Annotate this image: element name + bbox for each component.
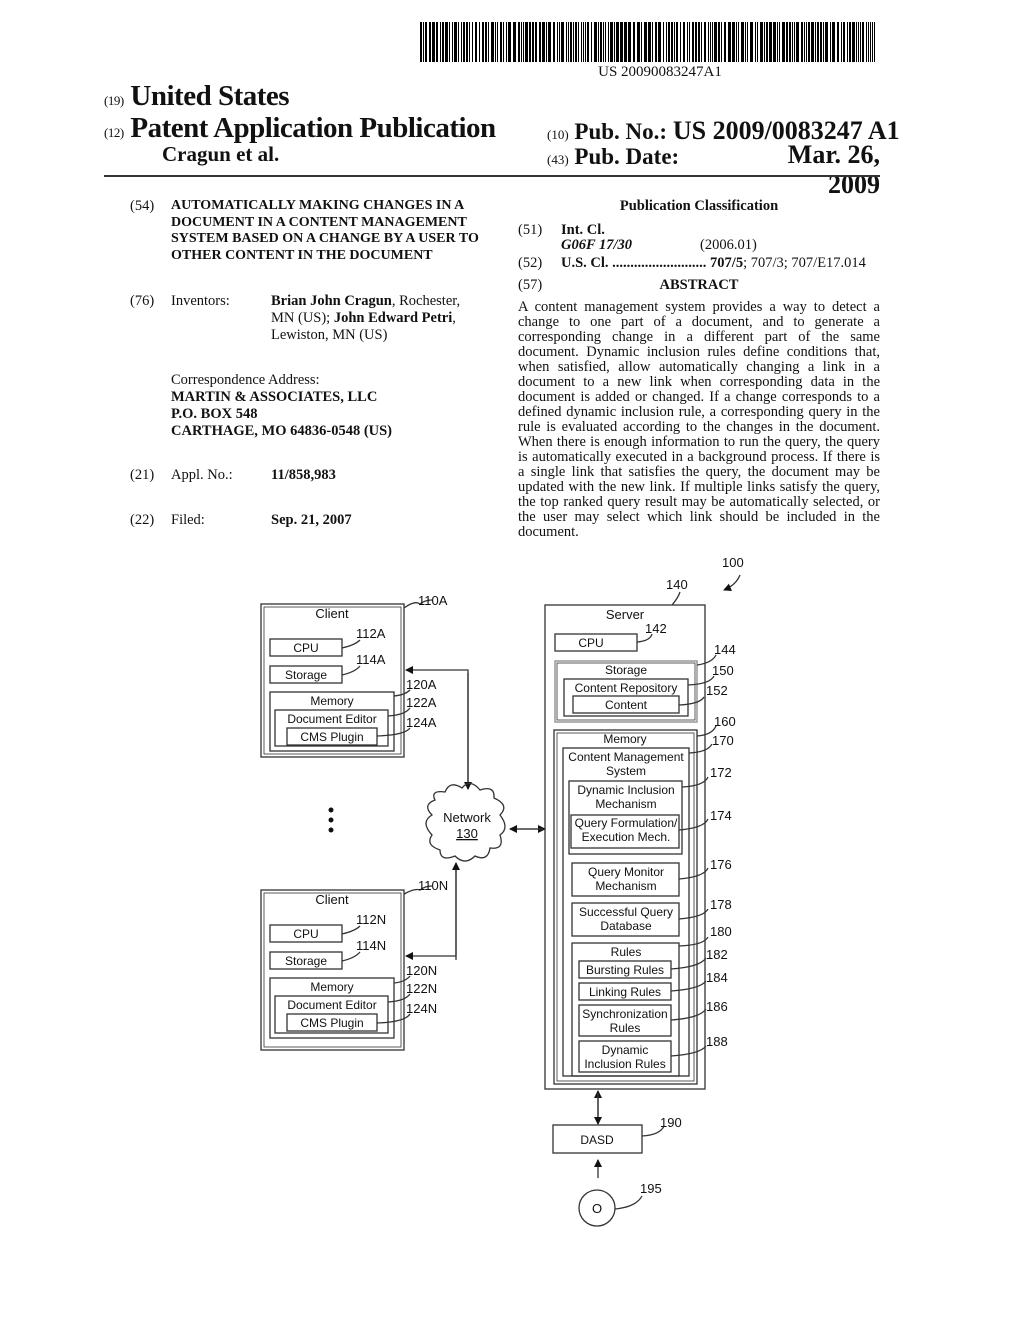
client-n-cpu-label: CPU [293, 927, 318, 941]
ref-170: 170 [712, 733, 734, 748]
ref-182: 182 [706, 947, 728, 962]
server: Server 140 CPU 142 Storage 144 Content R… [544, 577, 736, 1090]
ref-150: 150 [712, 663, 734, 678]
network-ref: 130 [456, 826, 478, 841]
ref-120a: 120A [406, 677, 437, 692]
ref-114a: 114A [356, 652, 386, 667]
server-memory-label: Memory [603, 732, 646, 746]
network-label: Network [443, 810, 491, 825]
ref-190: 190 [660, 1115, 682, 1130]
dir-label-2: Inclusion Rules [584, 1057, 665, 1071]
server-title: Server [606, 607, 645, 622]
ref-176: 176 [710, 857, 732, 872]
client-a-cpu-label: CPU [293, 641, 318, 655]
rules-label: Rules [611, 945, 642, 959]
server-cpu-label: CPU [578, 636, 603, 650]
ref-186: 186 [706, 999, 728, 1014]
ref-124n: 124N [406, 1001, 437, 1016]
dim-label-1: Dynamic Inclusion [577, 783, 674, 797]
system-diagram: 100 Client CPU Storage Memory Document E… [260, 555, 744, 1227]
client-a-storage-label: Storage [285, 668, 327, 682]
cms-label-1: Content Management [568, 750, 684, 764]
sync-rules-label-2: Rules [610, 1021, 641, 1035]
ref-172: 172 [710, 765, 732, 780]
ref-122n: 122N [406, 981, 437, 996]
ref-152: 152 [706, 683, 728, 698]
ref-174: 174 [710, 808, 732, 823]
qf-label-1: Query Formulation/ [575, 816, 678, 830]
client-a: Client CPU Storage Memory Document Edito… [260, 593, 448, 758]
client-a-memory-label: Memory [310, 694, 353, 708]
ellipsis-dot [328, 817, 334, 823]
qf-label-2: Execution Mech. [582, 830, 671, 844]
bursting-rules-label: Bursting Rules [586, 963, 664, 977]
content-repository-label: Content Repository [575, 681, 678, 695]
client-a-editor-label: Document Editor [287, 712, 376, 726]
ref-140: 140 [666, 577, 688, 592]
ref-112n: 112N [356, 912, 386, 927]
ref-124a: 124A [406, 715, 437, 730]
cms-label-2: System [606, 764, 646, 778]
client-n-editor-label: Document Editor [287, 998, 376, 1012]
ref-114n: 114N [356, 938, 386, 953]
ref-100-arrow [723, 574, 741, 591]
dir-label-1: Dynamic [602, 1043, 649, 1057]
client-n-storage-label: Storage [285, 954, 327, 968]
dasd-label: DASD [580, 1133, 614, 1147]
ref-160: 160 [714, 714, 736, 729]
ref-110n: 110N [418, 878, 448, 893]
disk-label: O [592, 1201, 602, 1216]
ref-120n: 120N [406, 963, 437, 978]
ref-112a: 112A [356, 626, 386, 641]
linking-rules-label: Linking Rules [589, 985, 661, 999]
ref-184: 184 [706, 970, 728, 985]
server-storage-label: Storage [605, 663, 647, 677]
client-n-memory-label: Memory [310, 980, 353, 994]
ref-180: 180 [710, 924, 732, 939]
sqd-label-1: Successful Query [579, 905, 673, 919]
client-n: Client CPU Storage Memory Document Edito… [260, 878, 448, 1051]
ellipsis-dot [328, 807, 334, 813]
qm-label-2: Mechanism [595, 879, 656, 893]
ref-122a: 122A [406, 695, 437, 710]
sqd-label-2: Database [600, 919, 652, 933]
ref-178: 178 [710, 897, 732, 912]
ref-195: 195 [640, 1181, 662, 1196]
ref-188: 188 [706, 1034, 728, 1049]
ref-100: 100 [722, 555, 744, 570]
ref-110a: 110A [418, 593, 448, 608]
sync-rules-label-1: Synchronization [582, 1007, 667, 1021]
ref-144: 144 [714, 642, 736, 657]
client-a-title: Client [315, 606, 349, 621]
client-n-title: Client [315, 892, 349, 907]
qm-label-1: Query Monitor [588, 865, 664, 879]
content-label: Content [605, 698, 648, 712]
dim-label-2: Mechanism [595, 797, 656, 811]
client-n-plugin-label: CMS Plugin [300, 1016, 363, 1030]
ellipsis-dot [328, 827, 334, 833]
ref-142: 142 [645, 621, 667, 636]
client-a-plugin-label: CMS Plugin [300, 730, 363, 744]
